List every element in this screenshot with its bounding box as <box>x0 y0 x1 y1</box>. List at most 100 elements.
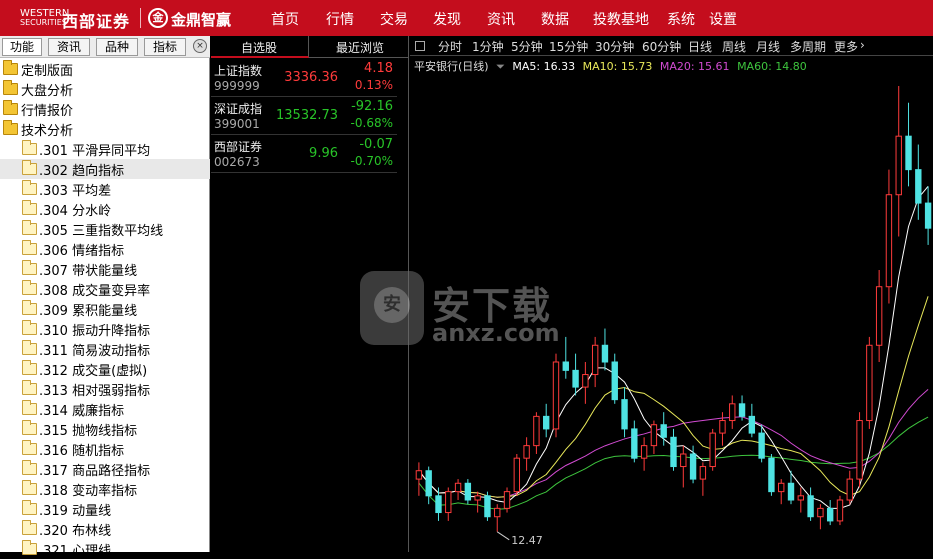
candle-body <box>454 482 462 493</box>
brand-name: 西部证券 <box>62 12 131 31</box>
left-function-panel: 功能 资讯 品种 指标 × 定制版面 大盘分析 行情报价 技术分析 .301 平滑异同平… <box>0 36 210 559</box>
tree-label: .321 心理线 <box>39 544 112 559</box>
tree-indicator-item[interactable]: .315 抛物线指标 <box>0 419 210 439</box>
more-arrow-icon[interactable]: › <box>860 38 865 52</box>
quote-code: 002673 <box>214 155 260 169</box>
quote-row[interactable]: 深证成指 399001 13532.73 -92.16 -0.68% <box>211 97 397 135</box>
tree-indicator-item[interactable]: .303 平均差 <box>0 179 210 199</box>
tree-indicator-item[interactable]: .317 商品路径指标 <box>0 459 210 479</box>
tab-indicators[interactable]: 指标 <box>144 38 186 56</box>
tree-indicator-item[interactable]: .305 三重指数平均线 <box>0 219 210 239</box>
tree-indicator-item[interactable]: .312 成交量(虚拟) <box>0 359 210 379</box>
tree-category[interactable]: 行情报价 <box>0 99 210 119</box>
tree-category[interactable]: 技术分析 <box>0 119 210 139</box>
nav-discover[interactable]: 发现 <box>433 9 461 29</box>
tab-news[interactable]: 资讯 <box>48 38 90 56</box>
nav-news[interactable]: 资讯 <box>487 9 515 29</box>
candle-body <box>817 507 824 518</box>
nav-system[interactable]: 系统 <box>667 9 695 29</box>
tree-indicator-item[interactable]: .316 随机指标 <box>0 439 210 459</box>
nav-quotes[interactable]: 行情 <box>326 9 354 29</box>
tree-indicator-item[interactable]: .313 相对强弱指标 <box>0 379 210 399</box>
title-bar: WESTERN SECURITIES 西部证券 金 金鼎智赢 首页 行情 交易 … <box>0 0 933 36</box>
tab-watchlist[interactable]: 自选股 <box>241 39 277 56</box>
candle-body <box>915 169 922 204</box>
tree-indicator-item[interactable]: .320 布林线 <box>0 519 210 539</box>
tree-indicator-item[interactable]: .309 累积能量线 <box>0 299 210 319</box>
timeframe-button[interactable]: 多周期 <box>790 38 826 55</box>
tree-label: .308 成交量变异率 <box>39 284 151 299</box>
candle-body <box>650 424 658 447</box>
tree-category[interactable]: 大盘分析 <box>0 79 210 99</box>
candle-body <box>787 482 795 501</box>
tab-instruments[interactable]: 品种 <box>96 38 138 56</box>
tree-indicator-item[interactable]: .310 振动升降指标 <box>0 319 210 339</box>
quote-price: 13532.73 <box>276 108 339 123</box>
tab-functions[interactable]: 功能 <box>2 38 42 56</box>
tree-indicator-item[interactable]: .319 动量线 <box>0 499 210 519</box>
folder-icon <box>22 160 37 175</box>
nav-data[interactable]: 数据 <box>541 9 569 29</box>
close-panel-icon[interactable]: × <box>193 39 207 53</box>
folder-icon <box>22 200 37 215</box>
timeframe-button[interactable]: 30分钟 <box>595 38 634 55</box>
candle-body <box>494 507 501 518</box>
tree-indicator-item[interactable]: .304 分水岭 <box>0 199 210 219</box>
quote-code: 399001 <box>214 117 260 131</box>
tree-label: .314 威廉指标 <box>39 404 125 419</box>
tree-category[interactable]: 定制版面 <box>0 59 210 79</box>
tree-indicator-item[interactable]: .307 带状能量线 <box>0 259 210 279</box>
candle-body <box>445 491 452 514</box>
folder-icon <box>22 360 37 375</box>
tree-indicator-item[interactable]: .302 趋向指标 <box>0 159 210 179</box>
timeframe-button[interactable]: 1分钟 <box>472 38 504 55</box>
nav-home[interactable]: 首页 <box>271 9 299 29</box>
tree-indicator-item[interactable]: .311 简易波动指标 <box>0 339 210 359</box>
left-panel-tabs: 功能 资讯 品种 指标 × <box>0 36 210 58</box>
tree-indicator-item[interactable]: .301 平滑异同平均 <box>0 139 210 159</box>
timeframe-button[interactable]: 5分钟 <box>511 38 543 55</box>
folder-icon <box>22 220 37 235</box>
candle-body <box>415 470 423 480</box>
tree-label: .305 三重指数平均线 <box>39 224 164 239</box>
nav-trade[interactable]: 交易 <box>380 9 408 29</box>
legend-ma5: MA5: 16.33 <box>512 60 576 73</box>
dropdown-icon[interactable]: ⏷ <box>496 60 505 73</box>
tree-label: .301 平滑异同平均 <box>39 144 151 159</box>
quote-row[interactable]: 西部证券 002673 9.96 -0.07 -0.70% <box>211 135 397 173</box>
quote-price: 9.96 <box>309 146 338 161</box>
partner-name: 金鼎智赢 <box>171 11 232 29</box>
folder-icon <box>3 100 18 115</box>
nav-settings[interactable]: 设置 <box>709 9 737 29</box>
tree-indicator-item[interactable]: .308 成交量变异率 <box>0 279 210 299</box>
nav-education[interactable]: 投教基地 <box>593 9 649 29</box>
timeframe-button[interactable]: 60分钟 <box>642 38 681 55</box>
candle-body <box>435 495 442 514</box>
candle-body <box>611 361 618 401</box>
candle-body <box>621 399 628 430</box>
chart-legend: 平安银行(日线) ⏷ MA5: 16.33 MA10: 15.73 MA20: … <box>414 58 811 74</box>
folder-icon <box>22 400 37 415</box>
timeframe-button[interactable]: 更多 <box>834 38 858 55</box>
timeframe-button[interactable]: 分时 <box>438 38 462 55</box>
timeframe-button[interactable]: 周线 <box>722 38 746 55</box>
folder-icon <box>3 80 18 95</box>
candle-body <box>885 194 893 288</box>
candle-body <box>699 466 707 480</box>
tree-indicator-item[interactable]: .318 变动率指标 <box>0 479 210 499</box>
folder-icon <box>22 140 37 155</box>
tree-label: .302 趋向指标 <box>39 164 125 179</box>
tree-indicator-item[interactable]: .321 心理线 <box>0 539 210 559</box>
legend-ma60: MA60: 14.80 <box>737 60 807 73</box>
timeframe-button[interactable]: 月线 <box>756 38 780 55</box>
timeframe-button[interactable]: 日线 <box>688 38 712 55</box>
panel-toggle-icon[interactable] <box>415 41 425 51</box>
timeframe-button[interactable]: 15分钟 <box>549 38 588 55</box>
quote-name: 上证指数 <box>214 64 263 78</box>
candle-body <box>689 453 697 480</box>
tree-indicator-item[interactable]: .306 情绪指标 <box>0 239 210 259</box>
tree-indicator-item[interactable]: .314 威廉指标 <box>0 399 210 419</box>
tab-recent[interactable]: 最近浏览 <box>336 39 384 56</box>
tree-label: .316 随机指标 <box>39 444 125 459</box>
quote-row[interactable]: 上证指数 999999 3336.36 4.18 0.13% <box>211 59 397 97</box>
